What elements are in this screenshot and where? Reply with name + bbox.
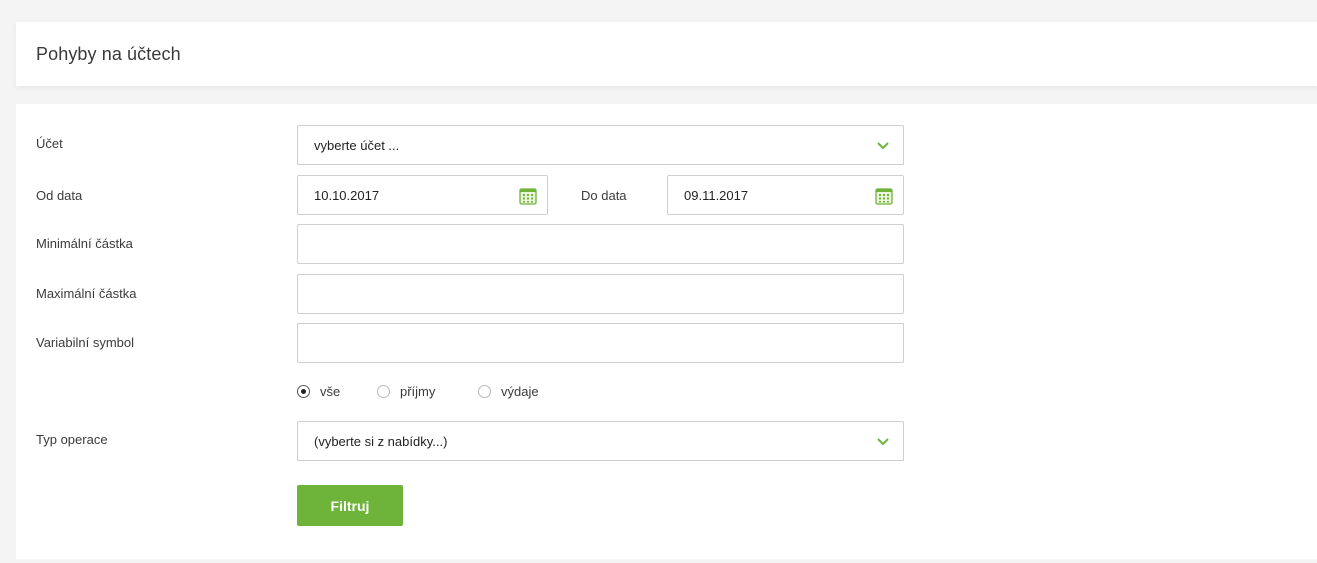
radio-button[interactable] [377,385,390,398]
operation-type-value: (vyberte si z nabídky...) [314,434,448,449]
variable-symbol-label: Variabilní symbol [36,335,135,350]
date-from-value: 10.10.2017 [314,188,380,203]
chevron-down-icon [877,438,889,446]
radio-all[interactable]: vše [297,384,340,399]
calendar-icon[interactable] [519,187,537,205]
filter-form: Účet vyberte účet ... Od data 10.10.2017… [16,104,1317,559]
max-amount-label: Maximální částka [36,286,137,301]
radio-income-label: příjmy [400,384,436,399]
date-to-label: Do data [581,188,627,203]
radio-expenses[interactable]: výdaje [478,384,539,399]
account-select-value: vyberte účet ... [314,138,400,153]
min-amount-input[interactable] [297,224,904,264]
date-to-input[interactable]: 09.11.2017 [667,175,904,215]
date-from-label: Od data [36,188,83,203]
date-from-input[interactable]: 10.10.2017 [297,175,548,215]
radio-income[interactable]: příjmy [377,384,435,399]
operation-type-select[interactable]: (vyberte si z nabídky...) [297,421,904,461]
radio-expenses-label: výdaje [501,384,539,399]
page-header: Pohyby na účtech [16,22,1317,86]
filter-button[interactable]: Filtruj [297,485,403,526]
chevron-down-icon [877,142,889,150]
page-title: Pohyby na účtech [36,44,181,64]
min-amount-label: Minimální částka [36,236,133,251]
calendar-icon[interactable] [875,187,893,205]
date-to-value: 09.11.2017 [684,188,749,203]
operation-type-label: Typ operace [36,432,108,447]
max-amount-input[interactable] [297,274,904,314]
account-label: Účet [36,136,63,151]
radio-all-label: vše [320,384,341,399]
account-select[interactable]: vyberte účet ... [297,125,904,165]
radio-button[interactable] [478,385,491,398]
variable-symbol-input[interactable] [297,323,904,363]
radio-button-checked[interactable] [297,385,310,398]
